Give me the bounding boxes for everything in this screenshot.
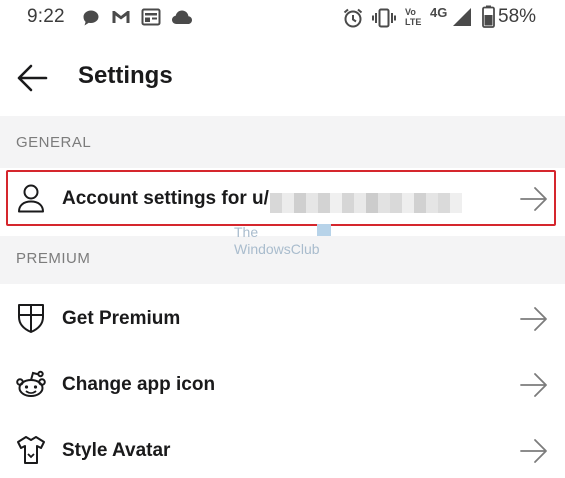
chat-bubble-icon — [83, 10, 99, 26]
status-time: 9:22 — [27, 6, 65, 27]
style-avatar-label: Style Avatar — [62, 440, 171, 461]
account-settings-label: Account settings for u/ — [62, 188, 269, 209]
volte-icon: Vo LTE — [405, 7, 421, 27]
watermark: The WindowsClub — [234, 224, 320, 258]
news-icon — [141, 8, 161, 26]
get-premium-row[interactable]: Get Premium — [0, 286, 565, 352]
gmail-icon — [112, 11, 130, 23]
section-header-general: GENERAL — [0, 116, 565, 168]
arrow-right-icon — [520, 373, 547, 397]
arrow-right-icon — [520, 307, 547, 331]
change-app-icon-label: Change app icon — [62, 374, 216, 395]
section-header-general-label: GENERAL — [16, 134, 92, 151]
alarm-icon — [343, 8, 363, 28]
user-icon — [18, 184, 44, 213]
vibrate-icon — [372, 8, 396, 28]
network-type-label: 4G — [430, 5, 448, 20]
app-bar: Settings — [0, 34, 565, 116]
svg-text:LTE: LTE — [405, 17, 421, 27]
section-header-premium-label: PREMIUM — [16, 250, 91, 267]
watermark-logo-icon — [317, 224, 331, 236]
back-arrow-icon[interactable] — [14, 60, 50, 96]
style-avatar-row[interactable]: Style Avatar — [0, 418, 565, 478]
watermark-line1: The — [234, 224, 259, 240]
page-title: Settings — [78, 62, 173, 89]
reddit-alien-icon — [16, 370, 46, 397]
redacted-username — [270, 193, 462, 213]
battery-percentage: 58% — [498, 6, 537, 27]
get-premium-label: Get Premium — [62, 308, 181, 329]
battery-icon — [482, 5, 495, 28]
arrow-right-icon — [520, 187, 547, 211]
status-bar: 9:22 Vo LTE 4G 58% — [0, 0, 565, 34]
shirt-icon — [17, 436, 45, 464]
svg-text:Vo: Vo — [405, 7, 416, 17]
change-app-icon-row[interactable]: Change app icon — [0, 352, 565, 418]
arrow-right-icon — [520, 439, 547, 463]
watermark-line2: WindowsClub — [234, 241, 320, 257]
cloud-icon — [172, 10, 192, 24]
shield-icon — [18, 304, 44, 333]
signal-icon — [453, 8, 471, 26]
